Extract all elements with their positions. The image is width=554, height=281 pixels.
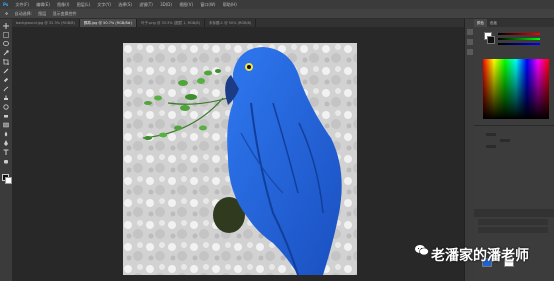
document-canvas[interactable]: [123, 43, 357, 275]
menu-image[interactable]: 图像(I): [57, 0, 69, 9]
clone-stamp-tool-icon[interactable]: [3, 95, 9, 101]
adjustment-row[interactable]: [486, 145, 496, 148]
crop-tool-icon[interactable]: [3, 59, 9, 65]
red-slider[interactable]: [498, 33, 540, 35]
eraser-tool-icon[interactable]: [3, 113, 9, 119]
marquee-tool-icon[interactable]: [3, 32, 9, 38]
healing-brush-tool-icon[interactable]: [3, 77, 9, 83]
menu-edit[interactable]: 编辑(E): [36, 0, 50, 9]
menu-layer[interactable]: 图层(L): [77, 0, 90, 9]
eyedropper-tool-icon[interactable]: [3, 68, 9, 74]
show-transform-controls[interactable]: 显示变换控件: [53, 9, 77, 18]
color-spectrum[interactable]: [483, 59, 549, 119]
composite-image: [123, 43, 357, 275]
layers-panel-header[interactable]: [474, 209, 554, 217]
menu-filter[interactable]: 滤镜(T): [139, 0, 153, 9]
brush-tool-icon[interactable]: [3, 86, 9, 92]
document-tab[interactable]: 未标题-1 @ 50% (RGB/8): [205, 19, 257, 27]
type-tool-icon[interactable]: [3, 149, 9, 155]
options-bar: ✥ 自动选择: 图层 显示变换控件: [0, 9, 554, 19]
document-tab-active[interactable]: 鹦鹉.jpg @ 50.7% (RGB/8#): [79, 19, 137, 27]
panel-divider: [474, 125, 554, 126]
menu-type[interactable]: 文字(Y): [97, 0, 111, 9]
lasso-tool-icon[interactable]: [3, 41, 9, 47]
pen-tool-icon[interactable]: [3, 140, 9, 146]
auto-select-target[interactable]: 图层: [38, 9, 46, 18]
document-tab[interactable]: 叶子.png @ 33.3% (图层 1, RGB/8): [137, 19, 205, 27]
background-color-swatch[interactable]: [5, 177, 12, 184]
blur-tool-icon[interactable]: [3, 131, 9, 137]
quick-select-tool-icon[interactable]: [3, 50, 9, 56]
gradient-tool-icon[interactable]: [3, 122, 9, 128]
move-tool-option-icon[interactable]: ✥: [5, 9, 8, 18]
tab-swatches[interactable]: 色板: [487, 19, 500, 27]
menu-select[interactable]: 选择(S): [118, 0, 132, 9]
layer-row[interactable]: [478, 219, 548, 225]
menu-bar: Ps 文件(F) 编辑(E) 图像(I) 图层(L) 文字(Y) 选择(S) 滤…: [0, 0, 554, 9]
tab-color[interactable]: 颜色: [474, 19, 487, 27]
brush-panel-icon[interactable]: [467, 49, 473, 55]
move-tool-icon[interactable]: [3, 23, 9, 29]
history-panel-icon[interactable]: [467, 29, 473, 35]
right-panel: 颜色 色板: [474, 19, 554, 281]
green-slider[interactable]: [498, 38, 540, 40]
hand-tool-icon[interactable]: [3, 158, 9, 164]
adjustment-row[interactable]: [500, 139, 510, 142]
document-tab[interactable]: background.jpg @ 52.3% (RGB/8): [12, 19, 80, 27]
color-panel-tabs: 颜色 色板: [474, 19, 554, 27]
blue-slider[interactable]: [498, 43, 540, 45]
watermark-text: 老潘家的潘老师: [431, 248, 529, 264]
properties-panel-icon[interactable]: [467, 39, 473, 45]
app-logo: Ps: [3, 2, 9, 7]
layer-row[interactable]: [478, 227, 548, 233]
menu-help[interactable]: 帮助(H): [223, 0, 237, 9]
adjustment-row[interactable]: [486, 133, 496, 136]
wechat-icon: [415, 245, 429, 256]
menu-file[interactable]: 文件(F): [16, 0, 29, 9]
menu-3d[interactable]: 3D(D): [160, 0, 172, 9]
auto-select-label[interactable]: 自动选择:: [15, 9, 32, 18]
panel-bg-swatch[interactable]: [487, 36, 495, 44]
history-brush-tool-icon[interactable]: [3, 104, 9, 110]
document-tab-bar: background.jpg @ 52.3% (RGB/8) 鹦鹉.jpg @ 5…: [12, 19, 464, 27]
menu-view[interactable]: 视图(V): [179, 0, 193, 9]
menu-window[interactable]: 窗口(W): [200, 0, 215, 9]
